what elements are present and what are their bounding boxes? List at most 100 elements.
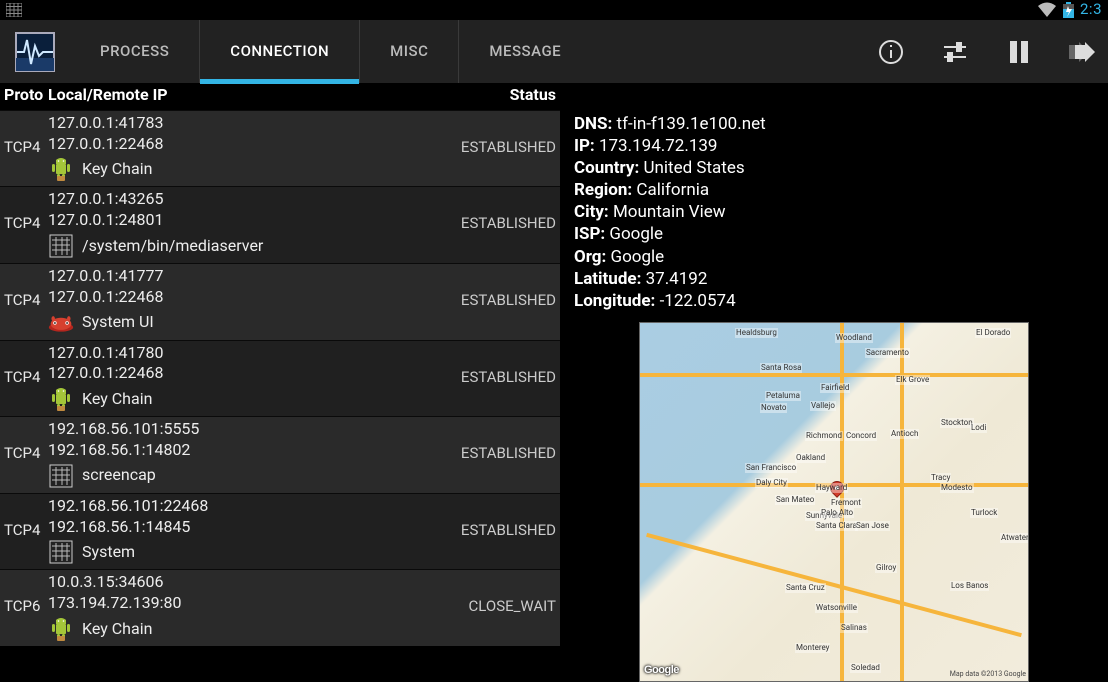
map-city-label: Santa Clara: [815, 521, 858, 531]
tab-message[interactable]: MESSAGE: [458, 20, 591, 83]
android-icon: [48, 616, 74, 642]
map-city-label: Tracy: [930, 473, 951, 483]
remote-ip: 127.0.0.1:22468: [48, 287, 426, 308]
map-city-label: Stockton: [940, 418, 974, 428]
map-city-label: Elk Grove: [895, 375, 930, 385]
status-value: ESTABLISHED: [426, 368, 556, 388]
connections-list[interactable]: TCP4127.0.0.1:41783127.0.0.1:22468Key Ch…: [0, 110, 560, 651]
connection-row[interactable]: TCP4127.0.0.1:41783127.0.0.1:22468Key Ch…: [0, 110, 560, 187]
proto-value: TCP4: [4, 214, 48, 234]
detail-isp: ISP: Google: [574, 223, 1094, 245]
map-city-label: Santa Rosa: [760, 363, 802, 373]
process-line: Key Chain: [48, 156, 426, 182]
map-city-label: Richmond: [805, 431, 843, 441]
process-line: Key Chain: [48, 386, 426, 412]
map-city-label: Fremont: [830, 498, 862, 508]
connection-row[interactable]: TCP4127.0.0.1:41777127.0.0.1:22468 System…: [0, 263, 560, 340]
proto-value: TCP4: [4, 138, 48, 158]
map-city-label: Oakland: [795, 453, 826, 463]
connections-pane: Proto Local/Remote IP Status TCP4127.0.0…: [0, 83, 560, 651]
map-city-label: Hayward: [815, 483, 848, 493]
connection-row[interactable]: TCP4192.168.56.101:5555192.168.56.1:1480…: [0, 416, 560, 493]
process-name: Key Chain: [82, 619, 152, 640]
detail-lat: Latitude: 37.4192: [574, 268, 1094, 290]
map-city-label: Concord: [845, 431, 877, 441]
process-name: System UI: [82, 312, 154, 333]
native-icon: [48, 233, 74, 259]
connection-row[interactable]: TCP4192.168.56.101:22468192.168.56.1:148…: [0, 493, 560, 570]
local-ip: 192.168.56.101:22468: [48, 496, 426, 517]
proto-value: TCP4: [4, 444, 48, 464]
map-city-label: San Jose: [855, 521, 890, 531]
status-value: ESTABLISHED: [426, 138, 556, 158]
local-ip: 192.168.56.101:5555: [48, 419, 426, 440]
forward-icon[interactable]: [1068, 37, 1098, 67]
map-google-logo: Google: [644, 663, 679, 677]
header-actions: [876, 37, 1108, 67]
app-header: PROCESS CONNECTION MISC MESSAGE: [0, 20, 1108, 83]
remote-ip: 192.168.56.1:14845: [48, 517, 426, 538]
detail-city: City: Mountain View: [574, 201, 1094, 223]
tab-process[interactable]: PROCESS: [70, 20, 199, 83]
column-status: Status: [426, 85, 556, 106]
proto-value: TCP4: [4, 291, 48, 311]
map-city-label: Monterey: [795, 643, 830, 653]
map-city-label: Santa Cruz: [785, 583, 826, 593]
map-city-label: Lodi: [970, 423, 987, 433]
status-value: ESTABLISHED: [426, 291, 556, 311]
status-clock: 2:3: [1080, 0, 1102, 20]
status-value: ESTABLISHED: [426, 444, 556, 464]
tab-connection[interactable]: CONNECTION: [199, 20, 359, 83]
map-copyright: Map data ©2013 Google: [950, 670, 1026, 679]
detail-org: Org: Google: [574, 246, 1094, 268]
process-line: System: [48, 539, 426, 565]
column-ip: Local/Remote IP: [48, 85, 426, 106]
location-map[interactable]: HealdsburgWoodlandEl DoradoSacramentoSan…: [639, 322, 1029, 682]
detail-pane: DNS: tf-in-f139.1e100.net IP: 173.194.72…: [560, 83, 1108, 651]
map-city-label: Los Banos: [950, 581, 989, 591]
status-bar: 2:3: [0, 0, 1108, 20]
native-icon: [48, 463, 74, 489]
pause-icon[interactable]: [1004, 37, 1034, 67]
detail-country: Country: United States: [574, 157, 1094, 179]
connection-row[interactable]: TCP4127.0.0.1:41780127.0.0.1:22468Key Ch…: [0, 340, 560, 417]
column-proto: Proto: [4, 85, 48, 106]
native-icon: [48, 539, 74, 565]
remote-ip: 127.0.0.1:22468: [48, 134, 426, 155]
map-city-label: Palo Alto: [820, 508, 854, 518]
process-line: System UI: [48, 310, 426, 336]
detail-region: Region: California: [574, 179, 1094, 201]
proto-value: TCP4: [4, 521, 48, 541]
map-city-label: Novato: [760, 403, 787, 413]
map-city-label: Sacramento: [865, 348, 910, 358]
connection-row[interactable]: TCP610.0.3.15:34606173.194.72.139:80 Key …: [0, 569, 560, 646]
map-city-label: Petaluma: [765, 391, 801, 401]
proto-value: TCP6: [4, 597, 48, 617]
map-city-label: Atwater: [1000, 533, 1029, 543]
tune-icon[interactable]: [940, 37, 970, 67]
info-icon[interactable]: [876, 37, 906, 67]
local-ip: 10.0.3.15:34606: [48, 572, 426, 593]
map-city-label: Fairfield: [820, 383, 850, 393]
grid-icon: [6, 3, 22, 17]
remote-ip: 173.194.72.139:80: [48, 593, 426, 614]
local-ip: 127.0.0.1:41783: [48, 113, 426, 134]
app-logo-icon: [0, 20, 70, 83]
proto-value: TCP4: [4, 368, 48, 388]
process-name: System: [82, 542, 135, 563]
connection-row[interactable]: TCP4127.0.0.1:43265127.0.0.1:24801/syste…: [0, 186, 560, 263]
local-ip: 127.0.0.1:41777: [48, 266, 426, 287]
android-icon: [48, 386, 74, 412]
map-city-label: San Francisco: [745, 463, 797, 473]
map-city-label: Healdsburg: [735, 328, 778, 338]
map-city-label: Soledad: [850, 663, 881, 673]
map-city-label: San Mateo: [775, 495, 815, 505]
tab-misc[interactable]: MISC: [359, 20, 458, 83]
map-city-label: Gilroy: [875, 563, 897, 573]
remote-ip: 127.0.0.1:22468: [48, 363, 426, 384]
process-line: /system/bin/mediaserver: [48, 233, 426, 259]
battery-icon: [1063, 2, 1074, 18]
local-ip: 127.0.0.1:41780: [48, 343, 426, 364]
status-value: ESTABLISHED: [426, 521, 556, 541]
map-city-label: Modesto: [940, 483, 974, 493]
